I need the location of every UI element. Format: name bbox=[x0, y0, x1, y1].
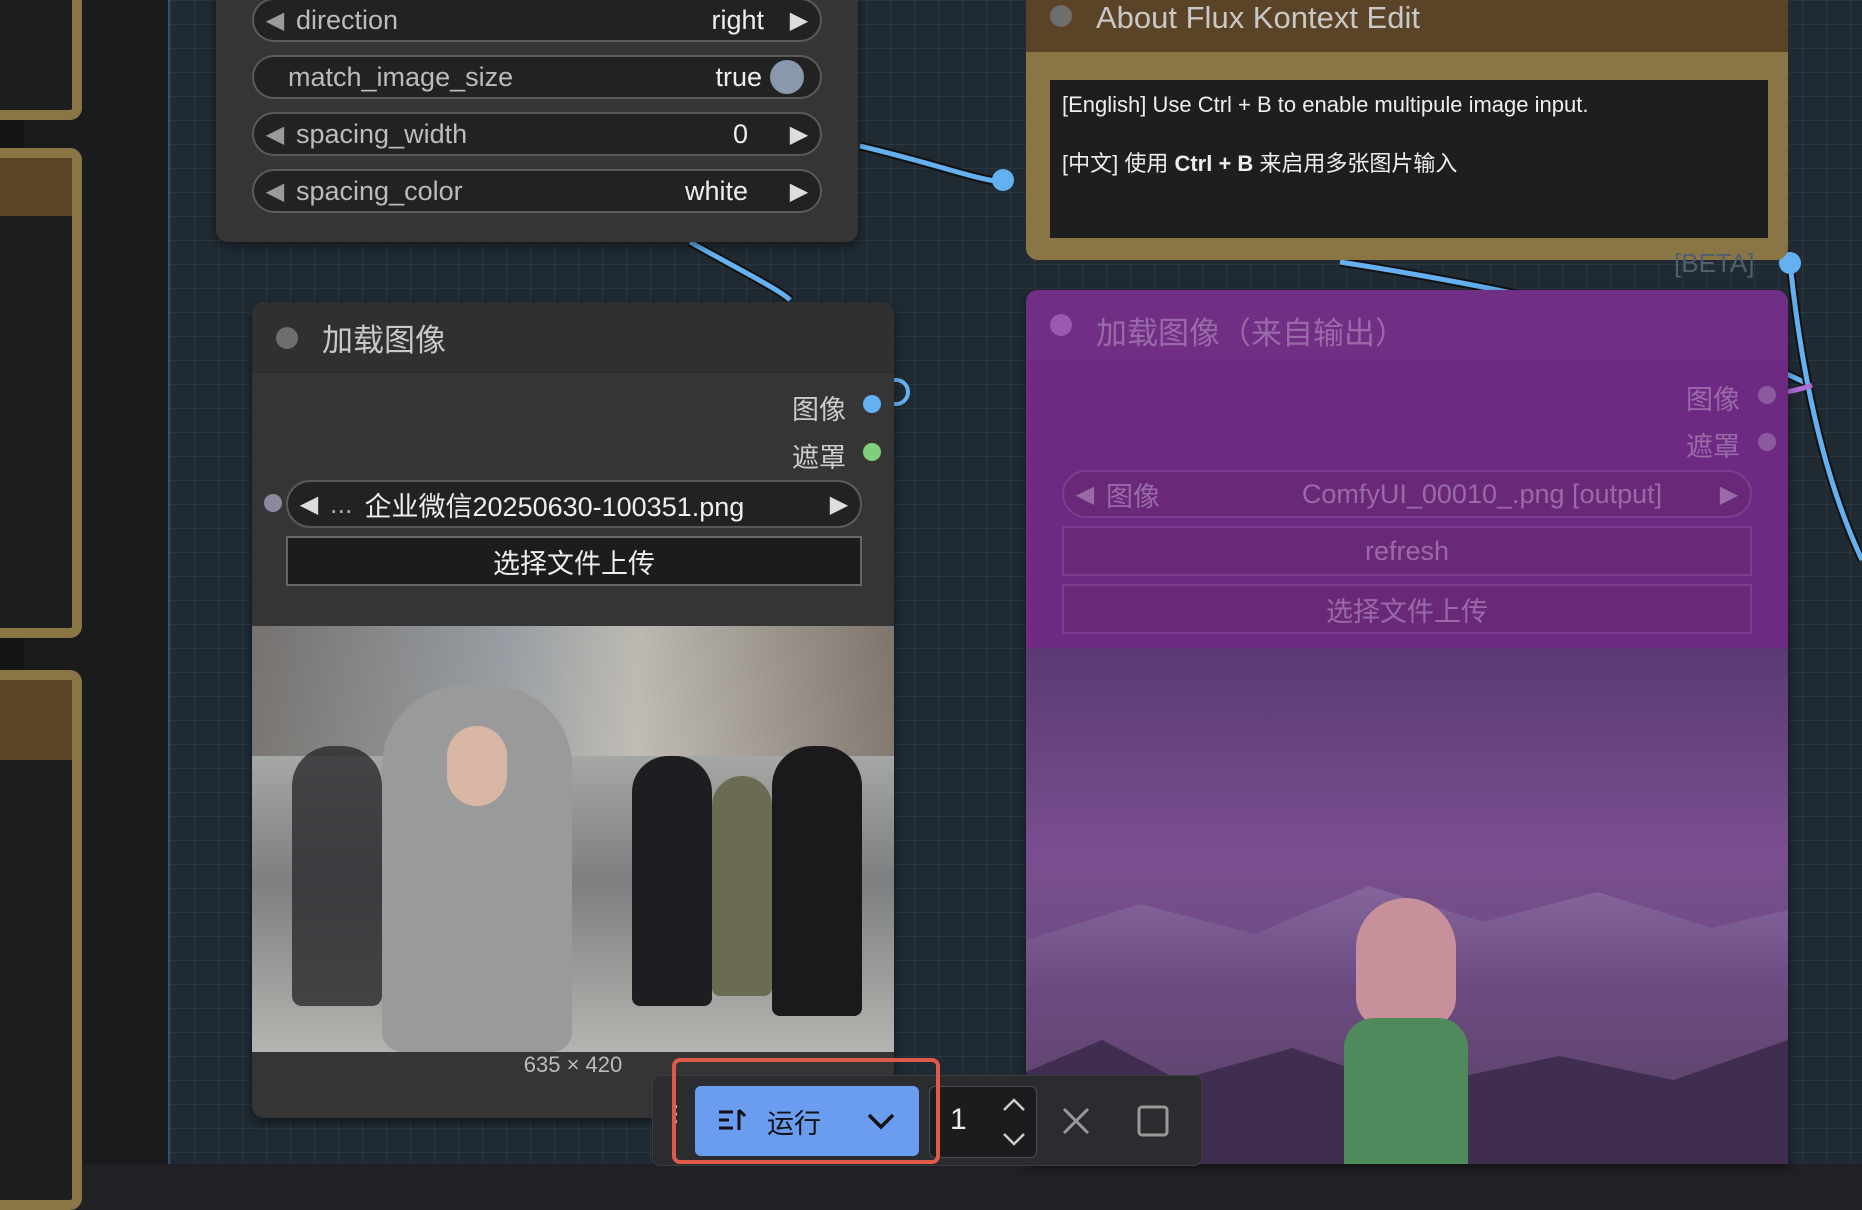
direction-widget[interactable]: ◀ direction right ▶ bbox=[252, 0, 822, 42]
note-line-chinese: [中文] 使用 Ctrl + B 来启用多张图片输入 bbox=[1062, 146, 1756, 178]
output-label-mask: 遮罩 bbox=[1686, 432, 1740, 462]
close-icon[interactable] bbox=[1061, 1106, 1091, 1136]
image-stitch-node[interactable]: ◀ direction right ▶ match_image_size tru… bbox=[216, 0, 858, 242]
output-slot-image[interactable] bbox=[863, 395, 881, 413]
triangle-left-icon[interactable]: ◀ bbox=[254, 177, 296, 206]
input-slot[interactable] bbox=[264, 494, 282, 512]
node-title: 加载图像（来自输出） bbox=[1096, 316, 1406, 351]
match-image-size-toggle[interactable]: match_image_size true bbox=[252, 55, 822, 99]
image-file-select[interactable]: ◀ ... 企业微信20250630-100351.png ▶ bbox=[286, 480, 862, 528]
note-text: [中文] 使用 bbox=[1062, 151, 1175, 176]
widget-label: spacing_width bbox=[296, 118, 468, 149]
node-collapse-dot[interactable] bbox=[1050, 5, 1072, 27]
square-stop-icon[interactable] bbox=[1137, 1105, 1169, 1137]
widget-value: right bbox=[711, 4, 764, 35]
spacing-width-widget[interactable]: ◀ spacing_width 0 ▶ bbox=[252, 112, 822, 156]
node-collapse-dot[interactable] bbox=[276, 327, 298, 349]
batch-count-value: 1 bbox=[950, 1103, 967, 1136]
ellipsis: ... bbox=[330, 488, 353, 519]
shortcut-keys: Ctrl + B bbox=[1174, 151, 1254, 176]
output-label-mask: 遮罩 bbox=[792, 443, 846, 473]
output-label-image: 图像 bbox=[792, 395, 846, 425]
upload-file-button[interactable]: 选择文件上传 bbox=[1062, 584, 1752, 634]
widget-label: spacing_color bbox=[296, 175, 463, 206]
toggle-knob[interactable] bbox=[770, 60, 804, 94]
triangle-left-icon[interactable]: ◀ bbox=[254, 120, 296, 149]
triangle-left-icon[interactable]: ◀ bbox=[254, 6, 296, 35]
spacing-color-widget[interactable]: ◀ spacing_color white ▶ bbox=[252, 169, 822, 213]
triangle-right-icon[interactable]: ▶ bbox=[778, 6, 820, 35]
note-text: 来启用多张图片输入 bbox=[1253, 151, 1458, 176]
batch-count-input[interactable]: 1 bbox=[929, 1086, 1037, 1158]
load-image-output-node[interactable]: 加载图像（来自输出） 图像 遮罩 ◀ 图像 ComfyUI_00010_.png… bbox=[1026, 290, 1788, 1164]
widget-value: white bbox=[684, 175, 748, 206]
triangle-right-icon[interactable]: ▶ bbox=[1708, 480, 1750, 509]
node-title: About Flux Kontext Edit bbox=[1096, 0, 1420, 35]
upload-file-button[interactable]: 选择文件上传 bbox=[286, 536, 862, 586]
output-slot-image[interactable] bbox=[1758, 386, 1776, 404]
chevron-up-icon[interactable] bbox=[1002, 1097, 1026, 1113]
node-title: 加载图像 bbox=[322, 322, 446, 358]
triangle-right-icon[interactable]: ▶ bbox=[778, 177, 820, 206]
widget-label: direction bbox=[296, 4, 399, 35]
file-name: ComfyUI_00010_.png [output] bbox=[1301, 478, 1663, 509]
output-slot-mask[interactable] bbox=[1758, 433, 1776, 451]
triangle-right-icon[interactable]: ▶ bbox=[818, 490, 860, 519]
output-slot-mask[interactable] bbox=[863, 443, 881, 461]
beta-tag: [BETA] bbox=[1674, 248, 1755, 278]
note-text[interactable]: [English] Use Ctrl + B to enable multipu… bbox=[1050, 80, 1768, 238]
refresh-button[interactable]: refresh bbox=[1062, 526, 1752, 576]
widget-value: true bbox=[715, 61, 762, 92]
node-collapse-dot[interactable] bbox=[1050, 314, 1072, 336]
output-file-select[interactable]: ◀ 图像 ComfyUI_00010_.png [output] ▶ bbox=[1062, 470, 1752, 518]
run-button-highlight bbox=[672, 1058, 940, 1164]
chevron-down-icon[interactable] bbox=[1002, 1131, 1026, 1147]
image-preview bbox=[252, 626, 894, 1052]
load-image-node[interactable]: 加载图像 图像 遮罩 ◀ ... 企业微信20250630-100351.png… bbox=[252, 302, 894, 1118]
note-line-english: [English] Use Ctrl + B to enable multipu… bbox=[1062, 92, 1589, 117]
file-name: 企业微信20250630-100351.png bbox=[364, 491, 745, 522]
triangle-left-icon[interactable]: ◀ bbox=[1064, 480, 1106, 509]
triangle-right-icon[interactable]: ▶ bbox=[778, 120, 820, 149]
output-label-image: 图像 bbox=[1686, 385, 1740, 415]
triangle-left-icon[interactable]: ◀ bbox=[288, 490, 330, 519]
widget-value: 0 bbox=[732, 118, 748, 149]
widget-label: 图像 bbox=[1106, 481, 1160, 512]
widget-label: match_image_size bbox=[288, 61, 514, 92]
